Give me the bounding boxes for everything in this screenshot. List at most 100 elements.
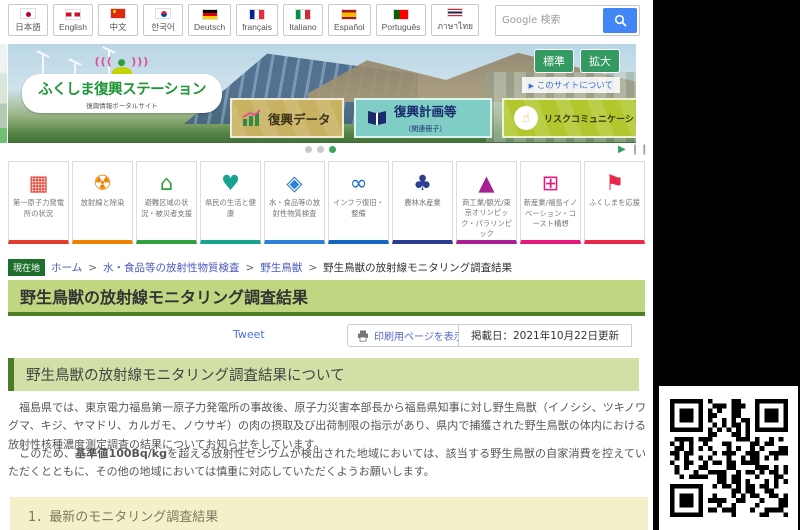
breadcrumb-water-food-link[interactable]: 水・食品等の放射性物質検査 [103, 260, 240, 275]
printer-icon [358, 330, 368, 342]
lang-button-japanese[interactable]: 日本語 [8, 4, 48, 36]
solar-panel-icon: ⊞ [541, 171, 560, 195]
search-input[interactable] [496, 6, 601, 35]
nav-tile-evacuation-support[interactable]: ⌂ 避難区域の状況・被災者支援 [136, 161, 197, 244]
italy-flag-icon [294, 9, 311, 20]
breadcrumb-separator: > [308, 261, 318, 274]
site-title: ふくしま復興ステーション [38, 82, 206, 98]
lang-label: English [59, 22, 87, 32]
lang-button-english[interactable]: English [53, 4, 93, 36]
tweet-button[interactable]: Tweet [233, 328, 265, 341]
hero-banner: ((( ● ))) ふくしま復興ステーション 復興情報ポータルサイト 標準 拡大… [8, 44, 636, 143]
risk-communication-banner[interactable]: ☝ リスクコミュニケーション [502, 98, 636, 138]
lang-button-korean[interactable]: 한국어 [143, 4, 183, 36]
qr-code-panel [659, 386, 798, 530]
hero-banner-buttons: 復興データ 復興計画等 （関連冊子） ☝ リスクコミュニケーション [230, 98, 636, 138]
house-icon: ⌂ [159, 171, 174, 195]
meta-row: Tweet 印刷用ページを表示する 掲載日：2021年10月22日更新 [8, 324, 645, 348]
uk-flag-icon [65, 9, 81, 20]
carousel-controls: ▶ ❙❙ [618, 144, 649, 155]
lang-label: 中文 [109, 22, 127, 32]
category-nav: ▦ 第一原子力発電所の状況 ☢ 放射線と除染 ⌂ 避難区域の状況・被災者支援 ♥… [8, 161, 645, 244]
china-flag-icon [110, 8, 126, 19]
nav-tile-commerce-tourism-olympics[interactable]: ▲ 商工業/観光/東京オリンピック・パラリンピック [456, 161, 517, 244]
nav-tile-radiation-decontamination[interactable]: ☢ 放射線と除染 [72, 161, 133, 244]
spain-flag-icon [341, 9, 358, 20]
breadcrumb-home-link[interactable]: ホーム [51, 260, 82, 275]
trees-icon: ♣ [413, 171, 432, 195]
body-paragraph-2: このため、基準値100Bq/kgを超える放射性セシウムが検出された地域においては… [8, 447, 646, 479]
posted-date: 掲載日：2021年10月22日更新 [458, 324, 632, 347]
heart-icon: ♥ [221, 171, 240, 195]
lang-label: Deutsch [194, 22, 226, 32]
sub-heading-bar: 1．最新のモニタリング調査結果 [10, 497, 648, 530]
nuclear-plant-icon: ▦ [28, 171, 49, 195]
carousel-previous-slide-edge [0, 44, 7, 143]
arrow-right-icon: ▶ [528, 82, 535, 90]
lang-button-portuguese[interactable]: Português [375, 4, 427, 36]
antenna-waves-icon: ((( ● ))) [94, 55, 150, 69]
text-size-controls: 標準 拡大 [534, 49, 620, 73]
lang-button-thai[interactable]: ภาษาไทย [431, 4, 480, 36]
play-icon[interactable]: ▶ [618, 144, 626, 155]
about-site-link[interactable]: ▶ このサイトについて [521, 77, 620, 93]
cheering-flag-icon: ⚑ [605, 171, 624, 195]
site-logo[interactable]: ((( ● ))) ふくしま復興ステーション 復興情報ポータルサイト [22, 56, 222, 113]
portugal-flag-icon [393, 9, 410, 20]
breadcrumb: 現在地 ホーム > 水・食品等の放射性物質検査 > 野生鳥獣 > 野生鳥獣の放射… [8, 259, 512, 276]
nav-tile-infrastructure[interactable]: ∞ インフラ復旧・整備 [328, 161, 389, 244]
page-title: 野生鳥獣の放射線モニタリング調査結果 [20, 288, 309, 307]
lang-button-german[interactable]: Deutsch [188, 4, 232, 36]
lang-button-italian[interactable]: Italiano [282, 4, 323, 36]
binoculars-icon: ∞ [349, 171, 368, 195]
nav-tile-support-fukushima[interactable]: ⚑ ふくしまを応援 [584, 161, 645, 244]
carousel-dot-1[interactable] [305, 146, 312, 153]
lang-button-spanish[interactable]: Español [327, 4, 371, 36]
nav-tile-life-health[interactable]: ♥ 県民の生活と健康 [200, 161, 261, 244]
magnifier-icon [614, 14, 627, 27]
lang-label: ภาษาไทย [437, 21, 474, 31]
search-button[interactable] [603, 8, 637, 33]
thailand-flag-icon [447, 8, 464, 17]
sub-heading: 1．最新のモニタリング調査結果 [28, 510, 219, 525]
google-search-box [495, 5, 640, 36]
nav-tile-water-food-inspection[interactable]: ◈ 水・食品等の放射性物質検査 [264, 161, 325, 244]
lang-button-french[interactable]: français [236, 4, 278, 36]
breadcrumb-current-page: 野生鳥獣の放射線モニタリング調査結果 [323, 262, 513, 274]
lang-label: 한국어 [151, 22, 175, 32]
page: 日本語 English 中文 한국어 Deutsch français Ital… [0, 0, 800, 530]
lang-label: Italiano [289, 22, 317, 32]
carousel-dot-2[interactable] [317, 146, 324, 153]
breadcrumb-separator: > [245, 261, 255, 274]
nav-tile-nuclear-plant-status[interactable]: ▦ 第一原子力発電所の状況 [8, 161, 69, 244]
radiation-icon: ☢ [93, 171, 112, 195]
mountain-icon: ▲ [478, 171, 495, 195]
pause-icon[interactable]: ❙❙ [631, 144, 650, 155]
current-location-badge: 現在地 [8, 259, 46, 276]
site-subtitle: 復興情報ポータルサイト [86, 102, 158, 110]
text-size-standard-button[interactable]: 標準 [534, 49, 574, 73]
lang-label: Português [381, 22, 421, 32]
nav-tile-agriculture-forestry-fisheries[interactable]: ♣ 農林水産業 [392, 161, 453, 244]
page-title-bar: 野生鳥獣の放射線モニタリング調査結果 [8, 280, 645, 316]
nav-tile-new-industry-innovation-coast[interactable]: ⊞ 新産業/福島イノベーション・コースト構想 [520, 161, 581, 244]
france-flag-icon [249, 9, 266, 20]
recovery-plans-banner[interactable]: 復興計画等 （関連冊子） [354, 98, 492, 138]
bar-chart-icon [242, 109, 261, 126]
water-food-icon: ◈ [286, 171, 303, 195]
lang-label: 日本語 [15, 22, 41, 32]
lang-label: français [242, 22, 272, 32]
qr-code [669, 399, 788, 517]
section-heading-bar: 野生鳥獣の放射線モニタリング調査結果について [8, 358, 639, 391]
section-heading: 野生鳥獣の放射線モニタリング調査結果について [26, 368, 345, 384]
recovery-data-banner[interactable]: 復興データ [230, 98, 344, 138]
carousel-dots [305, 146, 336, 153]
germany-flag-icon [201, 9, 218, 20]
lang-label: Español [333, 22, 365, 32]
text-size-large-button[interactable]: 拡大 [580, 49, 620, 73]
open-book-icon [368, 111, 386, 125]
lang-button-chinese[interactable]: 中文 [98, 4, 138, 36]
carousel-dot-3-active[interactable] [329, 146, 336, 153]
pinky-promise-icon: ☝ [514, 106, 538, 130]
breadcrumb-wildlife-link[interactable]: 野生鳥獣 [260, 260, 302, 275]
